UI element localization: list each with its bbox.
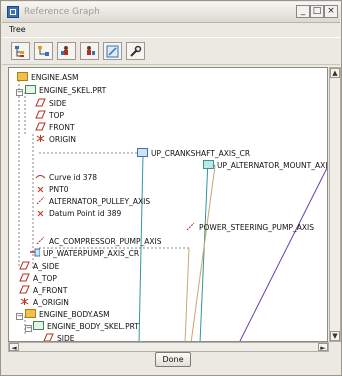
tree-node-alternator-pulley[interactable]: ALTERNATOR_PULLEY_AXIS [35,196,150,208]
component-link-icon [203,160,214,169]
title-bar[interactable]: Reference Graph _ □ × [2,2,340,23]
tree-node-root[interactable]: ENGINE.ASM [17,72,78,84]
graph-node-alternator-mount[interactable]: UP_ALTERNATOR_MOUNT_AXIS [203,160,327,172]
tree-node-top[interactable]: TOP [35,110,64,122]
datum-plane-icon [19,273,30,282]
part-icon [33,321,44,330]
expand-toggle[interactable]: − [16,89,23,96]
done-button[interactable]: Done [155,352,191,367]
tree-node-pnt0[interactable]: PNT0 [35,184,69,196]
datum-plane-icon [19,261,30,270]
datum-plane-icon [35,98,46,107]
assembly-icon [17,72,28,81]
parent-refs-icon[interactable] [57,42,76,60]
tree-node-a-origin[interactable]: A_ORIGIN [19,297,69,309]
tree-node-waterpump[interactable]: UP_WATERPUMP_AXIS_CR [29,248,139,260]
zoom-fit-icon[interactable] [103,42,122,60]
part-icon [25,85,36,94]
reference-graph-window: Reference Graph _ □ × Tree ENGINE.ASM − … [0,0,342,376]
toolbar [2,37,340,65]
datum-plane-icon [35,110,46,119]
vertical-scrollbar[interactable]: ▲ ▼ [329,67,341,342]
datum-plane-icon [43,333,54,341]
tree-node-skel[interactable]: ENGINE_SKEL.PRT [25,85,106,97]
hierarchy-icon[interactable] [34,42,53,60]
tree-node-datum-point[interactable]: Datum Point id 389 [35,208,121,220]
csys-icon [35,134,46,143]
menu-bar: Tree [2,23,340,37]
tree-node-body-side[interactable]: SIDE [43,333,75,341]
minimize-button[interactable]: _ [296,5,310,18]
curve-icon [35,172,46,181]
datum-axis-icon [35,236,46,245]
tree-node-ac-compressor[interactable]: AC_COMPRESSOR_PUMP_AXIS [35,236,161,248]
wrench-icon[interactable] [126,42,145,60]
datum-plane-icon [35,122,46,131]
tree-node-front[interactable]: FRONT [35,122,75,134]
tree-node-body-skel[interactable]: ENGINE_BODY_SKEL.PRT [33,321,139,333]
tree-node-a-top[interactable]: A_TOP [19,273,57,285]
scroll-left-button[interactable]: ◄ [9,343,19,352]
expand-toggle[interactable]: − [16,313,23,320]
datum-point-icon [35,208,46,217]
tree-node-a-side[interactable]: A_SIDE [19,261,59,273]
reference-tree-panel[interactable]: ENGINE.ASM − ENGINE_SKEL.PRT SIDE TOP FR… [8,67,328,342]
scroll-right-button[interactable]: ► [318,343,328,352]
tree-node-body-asm[interactable]: ENGINE_BODY.ASM [25,309,110,321]
datum-axis-icon [185,222,196,231]
assembly-icon [25,309,36,318]
tree-node-curve[interactable]: Curve id 378 [35,172,97,184]
expand-toggle[interactable]: − [25,325,32,332]
app-icon [7,6,19,18]
tree-node-origin[interactable]: ORIGIN [35,134,76,146]
menu-tree[interactable]: Tree [9,25,26,34]
tree-node-side[interactable]: SIDE [35,98,67,110]
graph-node-crankshaft[interactable]: UP_CRANKSHAFT_AXIS_CR [137,148,250,160]
scroll-down-button[interactable]: ▼ [330,331,340,341]
horizontal-scrollbar[interactable]: ◄ ► [8,342,329,352]
datum-plane-icon [19,285,30,294]
datum-axis-icon [35,196,46,205]
window-title: Reference Graph [24,7,100,17]
child-refs-icon[interactable] [80,42,99,60]
component-link-icon [137,148,148,157]
close-button[interactable]: × [324,5,338,18]
datum-point-icon [35,184,46,193]
tree-view-icon[interactable] [11,42,30,60]
scroll-up-button[interactable]: ▲ [330,68,340,78]
csys-icon [19,297,30,306]
maximize-button[interactable]: □ [310,5,324,18]
tree-node-a-front[interactable]: A_FRONT [19,285,68,297]
component-link-icon [29,248,41,257]
graph-node-power-steering[interactable]: POWER_STEERING_PUMP_AXIS [185,222,314,234]
